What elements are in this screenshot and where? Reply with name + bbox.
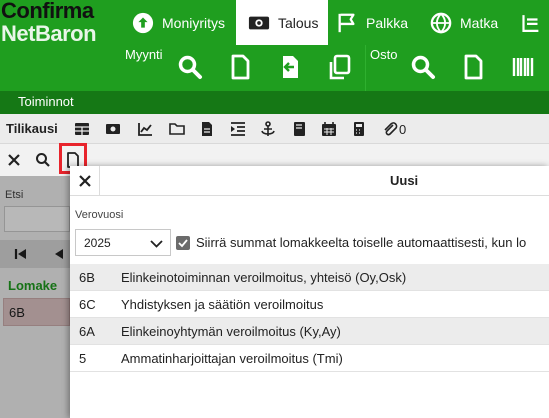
form-code: 6C bbox=[79, 297, 96, 312]
form-name: Elinkeinotoiminnan veroilmoitus, yhteisö… bbox=[121, 270, 407, 285]
actions-menu[interactable]: Toiminnot bbox=[18, 94, 74, 109]
logo-line2: NetBaron bbox=[1, 21, 97, 46]
cloud-upload-icon bbox=[132, 12, 154, 33]
paperclip-icon[interactable] bbox=[382, 121, 398, 137]
flag-icon bbox=[338, 13, 355, 32]
search-icon[interactable] bbox=[177, 54, 203, 80]
tab-matka[interactable]: Matka bbox=[430, 0, 515, 45]
form-name: Yhdistyksen ja säätiön veroilmoitus bbox=[121, 297, 324, 312]
copy-icon[interactable] bbox=[327, 54, 353, 80]
form-type-list: 6B Elinkeinotoiminnan veroilmoitus, yhte… bbox=[70, 264, 549, 372]
top-navigation: Confirma NetBaron Moniyritys Talous Palk… bbox=[0, 0, 549, 91]
anchor-icon[interactable] bbox=[260, 121, 276, 137]
form-name: Ammatinharjoittajan veroilmoitus (Tmi) bbox=[121, 351, 343, 366]
checkmark-icon bbox=[178, 239, 188, 248]
modal-backdrop bbox=[0, 176, 70, 418]
globe-icon bbox=[430, 12, 452, 33]
search-icon[interactable] bbox=[410, 54, 436, 80]
logo[interactable]: Confirma NetBaron bbox=[0, 0, 122, 46]
calendar-icon[interactable] bbox=[321, 121, 337, 137]
tax-year-value: 2025 bbox=[84, 236, 111, 250]
attachment-count: 0 bbox=[399, 122, 407, 137]
money-icon bbox=[248, 16, 270, 29]
file-import-icon[interactable] bbox=[277, 54, 303, 80]
form-code: 6A bbox=[79, 324, 95, 339]
new-form-dialog: Uusi Verovuosi 2025 Siirrä summat lomakk… bbox=[70, 166, 549, 418]
transfer-sums-label: Siirrä summat lomakkeelta toiselle autom… bbox=[196, 235, 527, 250]
section-divider bbox=[365, 45, 366, 91]
book-icon[interactable] bbox=[291, 121, 307, 137]
form-code: 6B bbox=[79, 270, 95, 285]
form-name: Elinkeinoyhtymän veroilmoitus (Ky,Ay) bbox=[121, 324, 341, 339]
document-icon[interactable] bbox=[460, 54, 486, 80]
tab-talous[interactable]: Talous bbox=[236, 0, 328, 45]
close-icon bbox=[79, 175, 91, 187]
list-item[interactable]: 5 Ammatinharjoittajan veroilmoitus (Tmi) bbox=[70, 345, 549, 372]
list-icon bbox=[522, 14, 539, 32]
tab-talous-label: Talous bbox=[278, 14, 319, 31]
document-icon[interactable] bbox=[227, 54, 253, 80]
fiscal-period-toolbar: Tilikausi 0 bbox=[0, 114, 549, 144]
close-icon[interactable] bbox=[6, 152, 22, 168]
dialog-header: Uusi bbox=[70, 166, 549, 196]
tab-palkka-label: Palkka bbox=[366, 14, 409, 31]
money-icon[interactable] bbox=[105, 121, 121, 137]
search-icon[interactable] bbox=[35, 152, 51, 168]
tab-palkka[interactable]: Palkka bbox=[336, 0, 426, 45]
barcode-icon[interactable] bbox=[510, 54, 536, 80]
table-icon[interactable] bbox=[74, 121, 90, 137]
calculator-icon[interactable] bbox=[351, 121, 367, 137]
tab-matka-label: Matka bbox=[460, 14, 499, 31]
sales-section-label: Myynti bbox=[125, 47, 163, 62]
purchase-section-label: Osto bbox=[370, 47, 398, 62]
dialog-title: Uusi bbox=[390, 173, 419, 188]
list-item[interactable]: 6C Yhdistyksen ja säätiön veroilmoitus bbox=[70, 291, 549, 318]
fiscal-period-label: Tilikausi bbox=[6, 121, 58, 136]
indent-icon[interactable] bbox=[230, 121, 246, 137]
actions-bar: Toiminnot bbox=[0, 91, 549, 114]
form-code: 5 bbox=[79, 351, 87, 366]
line-chart-icon[interactable] bbox=[137, 121, 153, 137]
tax-year-select[interactable]: 2025 bbox=[75, 229, 171, 256]
list-item[interactable]: 6A Elinkeinoyhtymän veroilmoitus (Ky,Ay) bbox=[70, 318, 549, 345]
dialog-close-button[interactable] bbox=[70, 166, 100, 196]
list-item[interactable]: 6B Elinkeinotoiminnan veroilmoitus, yhte… bbox=[70, 264, 549, 291]
chevron-down-icon bbox=[150, 240, 163, 248]
tab-moniyritys-label: Moniyritys bbox=[162, 14, 226, 31]
tab-more[interactable] bbox=[520, 0, 549, 45]
tax-year-label: Verovuosi bbox=[75, 209, 124, 221]
transfer-sums-checkbox[interactable] bbox=[176, 236, 190, 250]
document-icon[interactable] bbox=[199, 121, 215, 137]
tab-moniyritys[interactable]: Moniyritys bbox=[128, 0, 236, 45]
folder-icon[interactable] bbox=[169, 121, 185, 137]
